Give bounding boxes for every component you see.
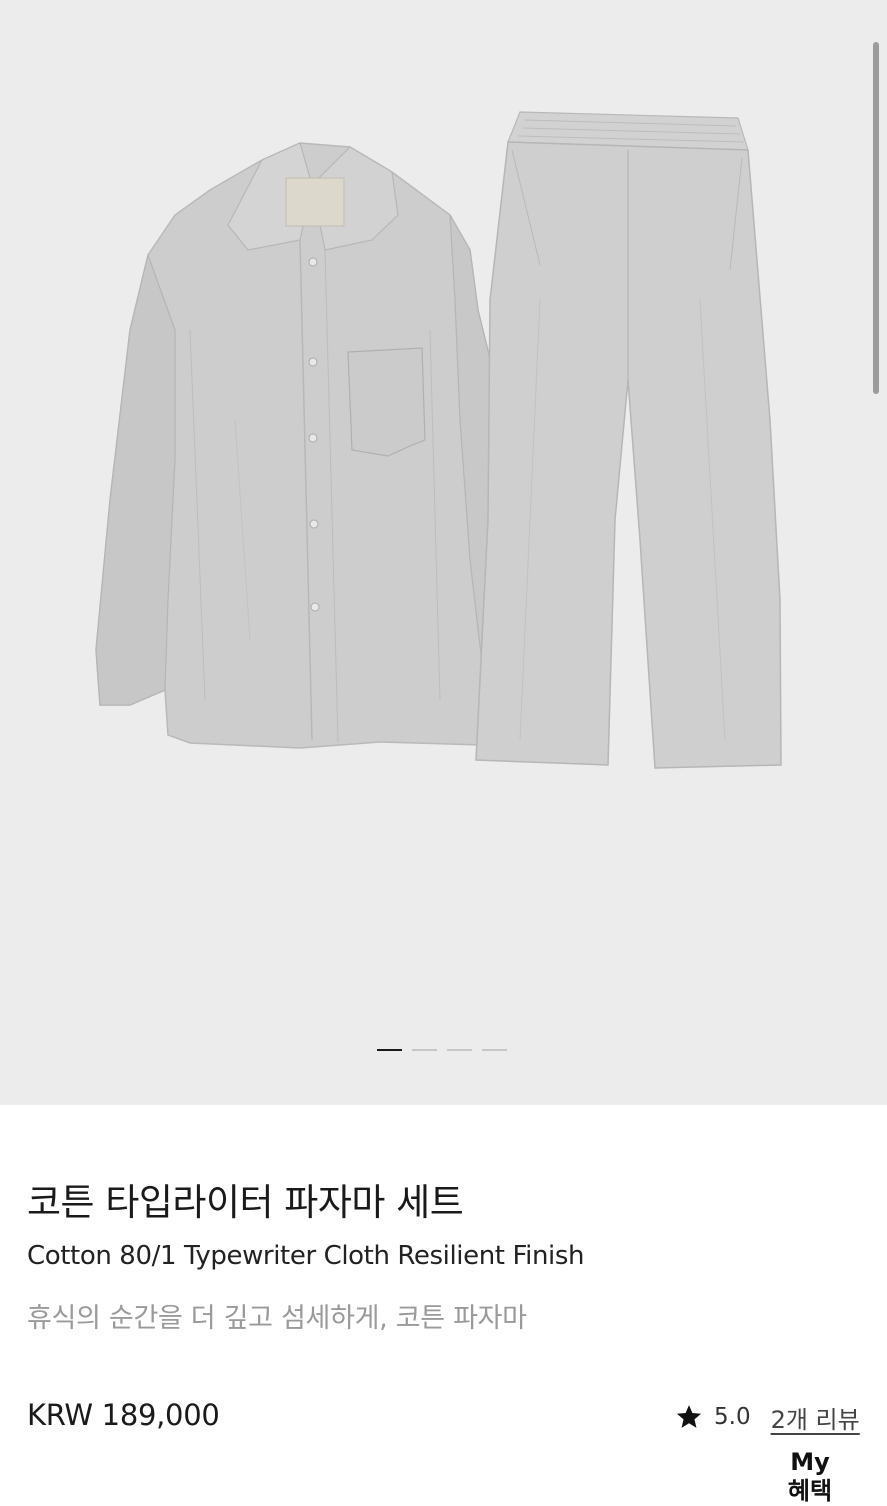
product-price: KRW 189,000	[27, 1398, 220, 1432]
product-image	[95, 111, 782, 769]
slide-indicator	[377, 1049, 507, 1052]
slide-indicator-dot-1[interactable]	[377, 1049, 402, 1051]
slide-indicator-dot-4[interactable]	[482, 1049, 507, 1051]
product-rating: 5.0 2개 리뷰	[675, 1400, 860, 1435]
scrollbar[interactable]	[873, 42, 879, 394]
rating-value: 5.0	[714, 1404, 751, 1430]
review-count-link[interactable]: 2개 리뷰	[771, 1400, 860, 1435]
my-benefit-label-line1: My	[790, 1448, 830, 1476]
star-icon	[676, 1405, 702, 1428]
product-subtitle: Cotton 80/1 Typewriter Cloth Resilient F…	[27, 1241, 585, 1271]
product-image-gallery[interactable]	[0, 0, 887, 1105]
pajama-pants	[475, 111, 782, 769]
my-benefit-button[interactable]: My 혜택	[772, 1448, 848, 1506]
slide-indicator-dot-2[interactable]	[412, 1049, 437, 1051]
slide-indicator-dot-3[interactable]	[447, 1049, 472, 1051]
my-benefit-label-line2: 혜택	[787, 1477, 833, 1505]
product-tagline: 휴식의 순간을 더 깊고 섬세하게, 코튼 파자마	[27, 1303, 527, 1334]
product-title: 코튼 타입라이터 파자마 세트	[27, 1181, 464, 1224]
